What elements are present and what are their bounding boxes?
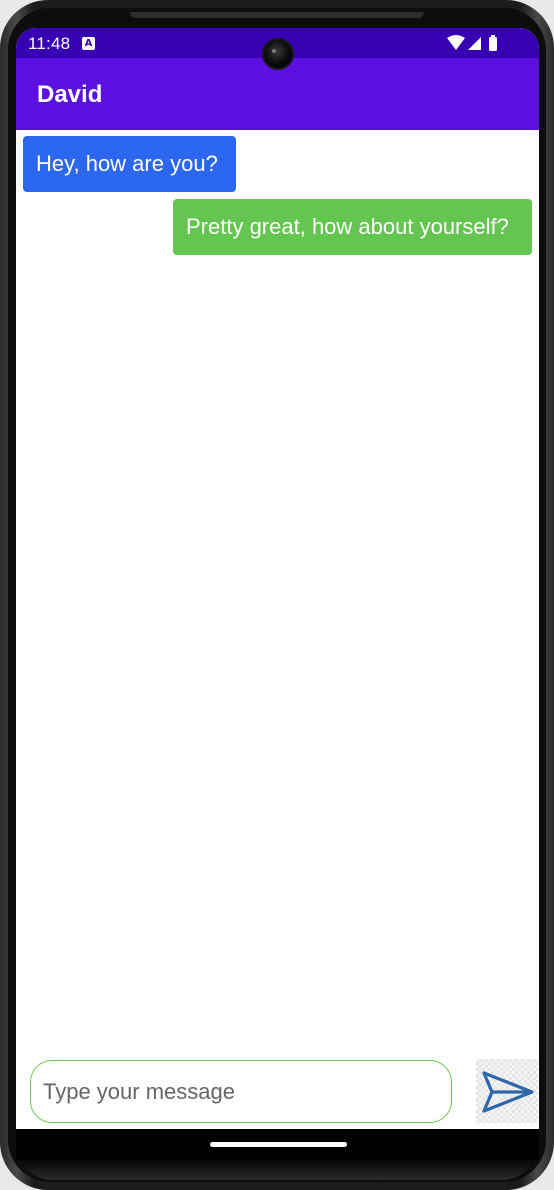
signal-icon xyxy=(468,37,481,50)
front-camera xyxy=(262,38,294,70)
wifi-icon xyxy=(447,35,465,50)
phone-screen: 11:48 A David Hey, how are you? Pretty g… xyxy=(16,28,539,1129)
received-message[interactable]: Hey, how are you? xyxy=(23,136,236,192)
message-input[interactable] xyxy=(30,1060,452,1123)
battery-icon xyxy=(489,37,497,51)
send-button[interactable] xyxy=(476,1059,538,1123)
home-handle[interactable] xyxy=(210,1142,347,1147)
status-icons-svg xyxy=(447,35,497,51)
battery-cap xyxy=(491,35,495,37)
message-composer xyxy=(16,1055,539,1129)
conversation-title: David xyxy=(37,81,103,108)
sent-message[interactable]: Pretty great, how about yourself? xyxy=(173,199,532,255)
send-icon xyxy=(482,1071,534,1113)
a-icon: A xyxy=(82,37,95,50)
message-list[interactable]: Hey, how are you? Pretty great, how abou… xyxy=(16,130,539,1055)
speaker-grille xyxy=(130,12,424,18)
navigation-bar xyxy=(16,1129,539,1160)
status-icons xyxy=(447,35,505,51)
status-time: 11:48 xyxy=(28,34,71,53)
